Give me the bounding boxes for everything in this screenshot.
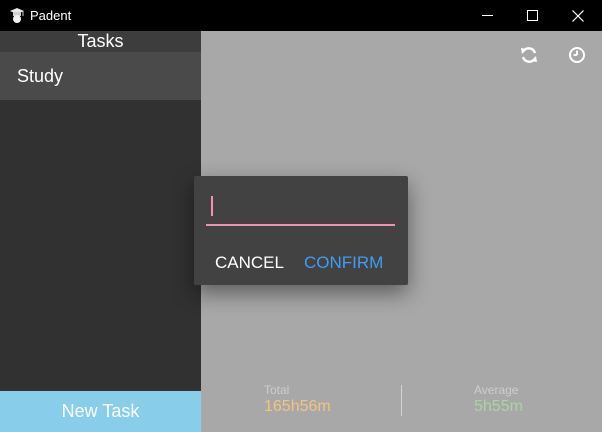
new-task-button[interactable]: New Task	[0, 391, 201, 432]
average-stat: Average 5h55m	[474, 383, 523, 416]
window-title: Padent	[30, 8, 72, 23]
new-task-dialog: CANCEL CONFIRM	[194, 176, 408, 285]
title-bar: Padent	[0, 0, 602, 31]
average-value: 5h55m	[474, 398, 523, 415]
graduation-cap-icon	[10, 8, 24, 23]
minimize-icon	[481, 15, 493, 16]
total-value: 165h56m	[264, 398, 331, 415]
task-name-input[interactable]	[206, 192, 395, 226]
cancel-button[interactable]: CANCEL	[215, 253, 284, 273]
sidebar-header: Tasks	[0, 31, 201, 52]
close-icon	[572, 9, 584, 22]
stats-divider	[401, 385, 402, 416]
maximize-icon	[526, 10, 538, 21]
maximize-button[interactable]	[509, 0, 555, 31]
text-caret	[211, 196, 213, 216]
total-label: Total	[264, 383, 290, 397]
clock-icon[interactable]	[567, 45, 587, 65]
task-sidebar: Tasks Study New Task	[0, 31, 201, 432]
confirm-button[interactable]: CONFIRM	[304, 253, 383, 273]
total-stat: Total 165h56m	[264, 383, 331, 416]
task-item-study[interactable]: Study	[0, 52, 201, 100]
average-label: Average	[474, 383, 519, 397]
close-button[interactable]	[555, 0, 601, 31]
minimize-button[interactable]	[464, 0, 510, 31]
refresh-icon[interactable]	[519, 45, 539, 65]
